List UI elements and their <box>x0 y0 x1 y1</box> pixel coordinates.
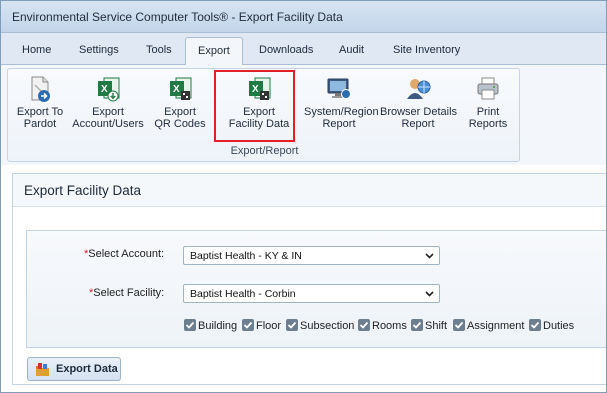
svg-text:X: X <box>173 84 180 95</box>
system-region-report-button[interactable]: System/Region Report <box>304 75 379 130</box>
checkbox-subsection[interactable]: Subsection <box>286 319 354 332</box>
chevron-down-icon <box>425 253 434 259</box>
select-facility-label-text: Select Facility: <box>93 287 165 299</box>
checkbox-checked-icon <box>184 319 196 331</box>
user-globe-icon <box>405 75 431 103</box>
checkbox-checked-icon <box>286 319 298 331</box>
tab-audit[interactable]: Audit <box>339 44 364 56</box>
export-qr-codes-label-2: QR Codes <box>154 118 206 130</box>
app-window: Environmental Service Computer Tools® - … <box>0 0 607 393</box>
export-data-icon <box>36 363 49 376</box>
svg-text:X: X <box>101 84 108 95</box>
export-account-users-label-2: Account/Users <box>72 118 144 130</box>
export-qr-codes-button[interactable]: X Export QR Codes <box>151 75 209 130</box>
export-qr-codes-label-1: Export <box>164 106 196 118</box>
checkbox-label: Shift <box>425 320 448 332</box>
page-title: Export Facility Data <box>24 183 142 198</box>
ribbon-group-label: Export/Report <box>230 145 299 157</box>
browser-details-report-label-2: Report <box>401 118 435 130</box>
tab-downloads[interactable]: Downloads <box>259 44 313 56</box>
excel-icon: X <box>95 75 121 103</box>
checkbox-rooms[interactable]: Rooms <box>358 319 407 332</box>
checkbox-assignment[interactable]: Assignment <box>453 319 524 332</box>
select-account-label: *Select Account: <box>84 248 164 260</box>
export-data-button[interactable]: Export Data <box>27 357 121 381</box>
monitor-icon <box>326 75 352 103</box>
checkbox-label: Duties <box>543 320 575 332</box>
chevron-down-icon <box>425 291 434 297</box>
browser-details-report-label-1: Browser Details <box>380 106 458 118</box>
window-title: Environmental Service Computer Tools® - … <box>12 10 343 24</box>
tab-site-inventory[interactable]: Site Inventory <box>393 44 460 56</box>
tab-home[interactable]: Home <box>22 44 51 56</box>
checkbox-floor[interactable]: Floor <box>242 319 281 332</box>
export-account-users-button[interactable]: X Export Account/Users <box>71 75 145 130</box>
panel-header: Export Facility Data <box>13 174 606 207</box>
print-reports-button[interactable]: Print Reports <box>464 75 512 130</box>
document-export-icon <box>27 75 53 103</box>
checkbox-label: Building <box>198 320 238 332</box>
browser-details-report-button[interactable]: Browser Details Report <box>380 75 458 130</box>
export-account-users-label-1: Export <box>92 106 124 118</box>
select-facility-value: Baptist Health - Corbin <box>190 288 296 300</box>
checkbox-shift[interactable]: Shift <box>411 319 447 332</box>
print-reports-label-1: Print <box>476 106 500 118</box>
export-facility-panel: Export Facility Data <box>12 173 606 385</box>
checkbox-label: Subsection <box>300 320 355 332</box>
tab-tools[interactable]: Tools <box>146 44 172 56</box>
export-to-pardot-label-2: Pardot <box>23 118 57 130</box>
export-data-button-label: Export Data <box>56 363 118 375</box>
checkbox-building[interactable]: Building <box>184 319 237 332</box>
tab-settings[interactable]: Settings <box>79 44 119 56</box>
system-region-report-label-1: System/Region <box>304 106 379 118</box>
printer-icon <box>475 75 501 103</box>
checkbox-duties[interactable]: Duties <box>529 319 574 332</box>
checkbox-checked-icon <box>242 319 254 331</box>
checkbox-checked-icon <box>453 319 465 331</box>
checkbox-checked-icon <box>529 319 541 331</box>
select-account-dropdown[interactable]: Baptist Health - KY & IN <box>183 246 440 265</box>
excel-icon: X <box>167 75 193 103</box>
export-to-pardot-button[interactable]: Export To Pardot <box>12 75 68 130</box>
tab-export[interactable]: Export <box>185 37 243 66</box>
checkbox-label: Rooms <box>372 320 407 332</box>
print-reports-label-2: Reports <box>468 118 508 130</box>
checkbox-label: Assignment <box>467 320 525 332</box>
ribbon: Export To Pardot X Export Account/Users <box>1 65 606 165</box>
select-facility-dropdown[interactable]: Baptist Health - Corbin <box>183 284 440 303</box>
tab-strip: Home Settings Tools Export Downloads Aud… <box>1 33 606 66</box>
title-bar: Environmental Service Computer Tools® - … <box>1 1 606 33</box>
system-region-report-label-2: Report <box>322 118 356 130</box>
export-to-pardot-label-1: Export To <box>16 106 64 118</box>
highlight-box <box>214 70 295 142</box>
select-account-label-text: Select Account: <box>88 248 165 260</box>
checkbox-label: Floor <box>256 320 282 332</box>
select-account-value: Baptist Health - KY & IN <box>190 250 302 262</box>
select-facility-label: *Select Facility: <box>89 287 164 299</box>
checkbox-checked-icon <box>358 319 370 331</box>
checkbox-checked-icon <box>411 319 423 331</box>
